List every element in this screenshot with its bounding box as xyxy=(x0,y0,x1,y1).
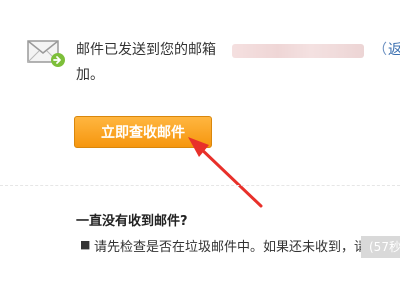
blurred-email-address xyxy=(232,44,364,58)
faq-heading: 一直没有收到邮件? xyxy=(76,214,188,229)
section-divider xyxy=(0,185,400,186)
check-mail-button[interactable]: 立即查收邮件 xyxy=(74,116,212,148)
sent-message-text: 邮件已发送到您的邮箱 xyxy=(76,42,216,58)
bullet-icon: ■ xyxy=(80,238,91,251)
sent-message-continuation: 加。 xyxy=(76,67,104,83)
faq-tip-text: 请先检查是否在垃圾邮件中。如果还未收到，请 xyxy=(94,240,368,255)
open-parenthesis: （ xyxy=(373,42,387,58)
resend-countdown-button[interactable]: (57秒 xyxy=(361,236,400,258)
envelope-icon xyxy=(27,40,65,67)
email-sent-page: 邮件已发送到您的邮箱 （ 返 加。 立即查收邮件 一直没有收到邮件? ■ 请先检… xyxy=(0,0,400,302)
truncated-link[interactable]: 返 xyxy=(388,41,400,59)
